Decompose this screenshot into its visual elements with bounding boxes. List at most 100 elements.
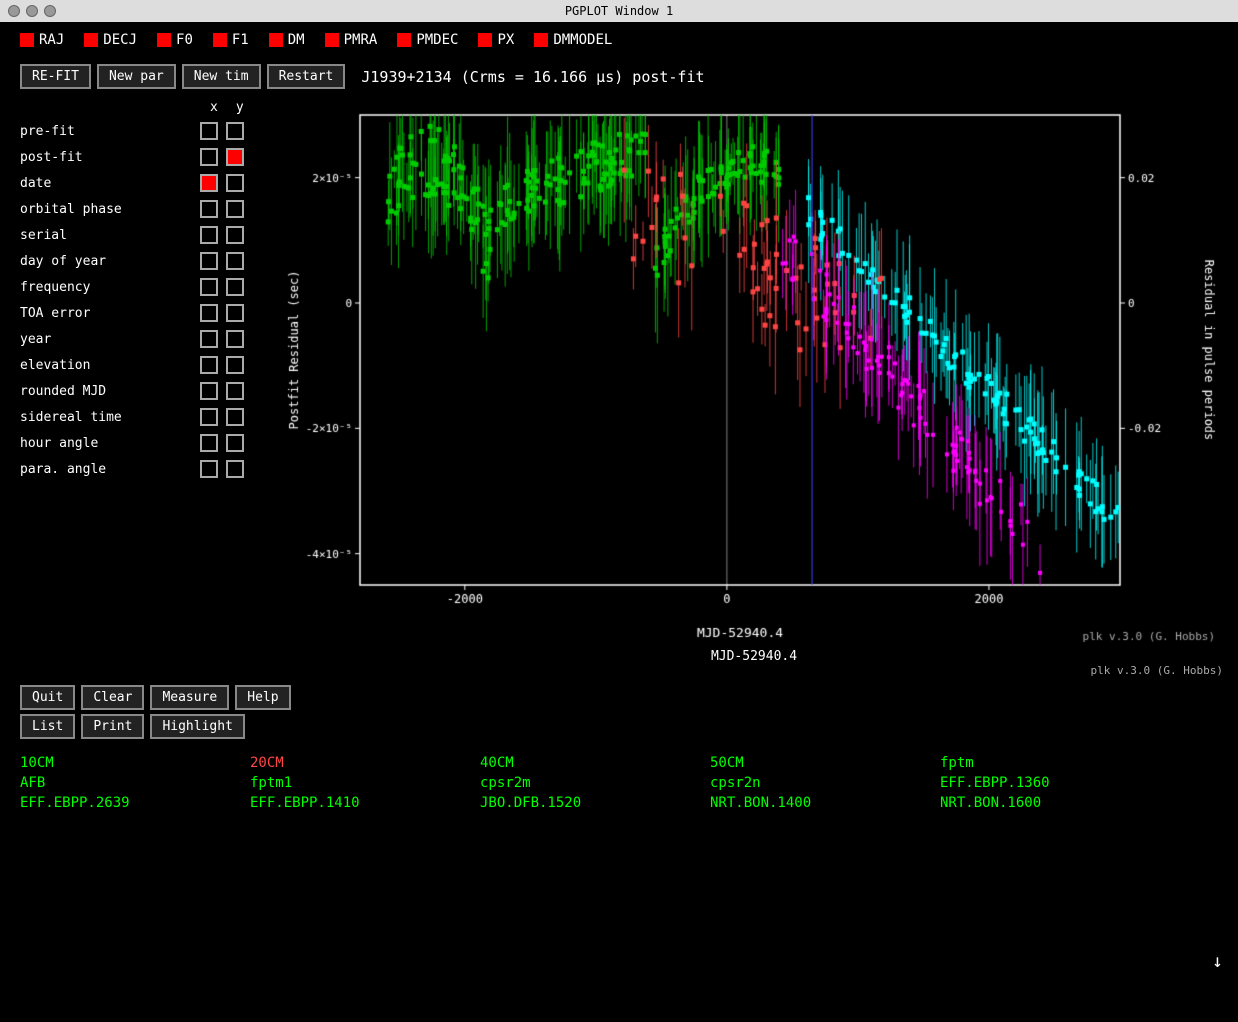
year-x-checkbox[interactable] (200, 330, 218, 348)
axis-row-toa: TOA error (20, 301, 270, 325)
serial-x-checkbox[interactable] (200, 226, 218, 244)
serial-y-checkbox[interactable] (226, 226, 244, 244)
param-raj[interactable]: RAJ (20, 32, 64, 48)
param-decj[interactable]: DECJ (84, 32, 137, 48)
orbital-x-checkbox[interactable] (200, 200, 218, 218)
year-label: year (20, 332, 200, 347)
legend-fptm1: fptm1 (250, 775, 480, 791)
legend-10cm: 10CM (20, 755, 250, 771)
elev-label: elevation (20, 358, 200, 373)
axis-row-date: date (20, 171, 270, 195)
axis-row-freq: frequency (20, 275, 270, 299)
legend-col-3: 50CM cpsr2n NRT.BON.1400 (710, 755, 940, 815)
postfit-label: post-fit (20, 150, 200, 165)
postfit-x-checkbox[interactable] (200, 148, 218, 166)
param-f1[interactable]: F1 (213, 32, 249, 48)
elev-x-checkbox[interactable] (200, 356, 218, 374)
axis-row-elev: elevation (20, 353, 270, 377)
titlebar: PGPLOT Window 1 (0, 0, 1238, 22)
dmmodel-indicator (534, 33, 548, 47)
rounded-y-checkbox[interactable] (226, 382, 244, 400)
sidereal-label: sidereal time (20, 410, 200, 425)
plot-container: MJD-52940.4 plk v.3.0 (G. Hobbs) (280, 95, 1228, 677)
help-button[interactable]: Help (235, 685, 290, 710)
legend-eff-2639: EFF.EBPP.2639 (20, 795, 250, 811)
rounded-label: rounded MJD (20, 384, 200, 399)
raj-label: RAJ (39, 32, 64, 48)
prefit-x-checkbox[interactable] (200, 122, 218, 140)
print-button[interactable]: Print (81, 714, 144, 739)
list-button[interactable]: List (20, 714, 75, 739)
toa-x-checkbox[interactable] (200, 304, 218, 322)
sidereal-x-checkbox[interactable] (200, 408, 218, 426)
scroll-arrow[interactable]: ↓ (1212, 951, 1223, 972)
elev-y-checkbox[interactable] (226, 356, 244, 374)
f1-indicator (213, 33, 227, 47)
param-px[interactable]: PX (478, 32, 514, 48)
y-axis-header: y (236, 100, 244, 115)
freq-x-checkbox[interactable] (200, 278, 218, 296)
axis-row-prefit: pre-fit (20, 119, 270, 143)
legend-col-0: 10CM AFB EFF.EBPP.2639 (20, 755, 250, 815)
highlight-button[interactable]: Highlight (150, 714, 244, 739)
hour-y-checkbox[interactable] (226, 434, 244, 452)
doy-x-checkbox[interactable] (200, 252, 218, 270)
x-axis-label: MJD-52940.4 (280, 649, 1228, 664)
decj-indicator (84, 33, 98, 47)
dmmodel-label: DMMODEL (553, 32, 612, 48)
new-par-button[interactable]: New par (97, 64, 176, 89)
xy-header: x y (210, 100, 270, 115)
toa-y-checkbox[interactable] (226, 304, 244, 322)
legend-jbo: JBO.DFB.1520 (480, 795, 710, 811)
para-y-checkbox[interactable] (226, 460, 244, 478)
close-btn[interactable] (8, 5, 20, 17)
postfit-y-checkbox[interactable] (226, 148, 244, 166)
param-pmdec[interactable]: PMDEC (397, 32, 458, 48)
left-panel: x y pre-fit post-fit date orbital phase … (10, 95, 280, 677)
refit-button[interactable]: RE-FIT (20, 64, 91, 89)
axis-row-sidereal: sidereal time (20, 405, 270, 429)
pmdec-indicator (397, 33, 411, 47)
pmra-indicator (325, 33, 339, 47)
param-dmmodel[interactable]: DMMODEL (534, 32, 612, 48)
hour-label: hour angle (20, 436, 200, 451)
sidereal-y-checkbox[interactable] (226, 408, 244, 426)
axis-row-para: para. angle (20, 457, 270, 481)
param-dm[interactable]: DM (269, 32, 305, 48)
main-plot[interactable] (280, 95, 1220, 645)
legend-col-1: 20CM fptm1 EFF.EBPP.1410 (250, 755, 480, 815)
measure-button[interactable]: Measure (150, 685, 229, 710)
f1-label: F1 (232, 32, 249, 48)
axis-row-orbital: orbital phase (20, 197, 270, 221)
restart-button[interactable]: Restart (267, 64, 346, 89)
legend-eff-1410: EFF.EBPP.1410 (250, 795, 480, 811)
orbital-y-checkbox[interactable] (226, 200, 244, 218)
new-tim-button[interactable]: New tim (182, 64, 261, 89)
axis-row-year: year (20, 327, 270, 351)
x-axis-header: x (210, 100, 218, 115)
year-y-checkbox[interactable] (226, 330, 244, 348)
para-x-checkbox[interactable] (200, 460, 218, 478)
param-f0[interactable]: F0 (157, 32, 193, 48)
rounded-x-checkbox[interactable] (200, 382, 218, 400)
doy-y-checkbox[interactable] (226, 252, 244, 270)
hour-x-checkbox[interactable] (200, 434, 218, 452)
toolbar: RE-FIT New par New tim Restart J1939+213… (0, 58, 1238, 95)
freq-y-checkbox[interactable] (226, 278, 244, 296)
date-y-checkbox[interactable] (226, 174, 244, 192)
legend-afb: AFB (20, 775, 250, 791)
date-x-checkbox[interactable] (200, 174, 218, 192)
minimize-btn[interactable] (26, 5, 38, 17)
prefit-y-checkbox[interactable] (226, 122, 244, 140)
legend-col-2: 40CM cpsr2m JBO.DFB.1520 (480, 755, 710, 815)
legend-nrt-1600: NRT.BON.1600 (940, 795, 1170, 811)
bottom-bar: Quit Clear Measure Help List Print Highl… (0, 677, 1238, 747)
quit-button[interactable]: Quit (20, 685, 75, 710)
param-pmra[interactable]: PMRA (325, 32, 378, 48)
main-area: x y pre-fit post-fit date orbital phase … (0, 95, 1238, 677)
legend-eff-1360: EFF.EBPP.1360 (940, 775, 1170, 791)
clear-button[interactable]: Clear (81, 685, 144, 710)
param-bar: RAJ DECJ F0 F1 DM PMRA PMDEC PX DMMODEL (0, 22, 1238, 58)
legend-50cm: 50CM (710, 755, 940, 771)
maximize-btn[interactable] (44, 5, 56, 17)
